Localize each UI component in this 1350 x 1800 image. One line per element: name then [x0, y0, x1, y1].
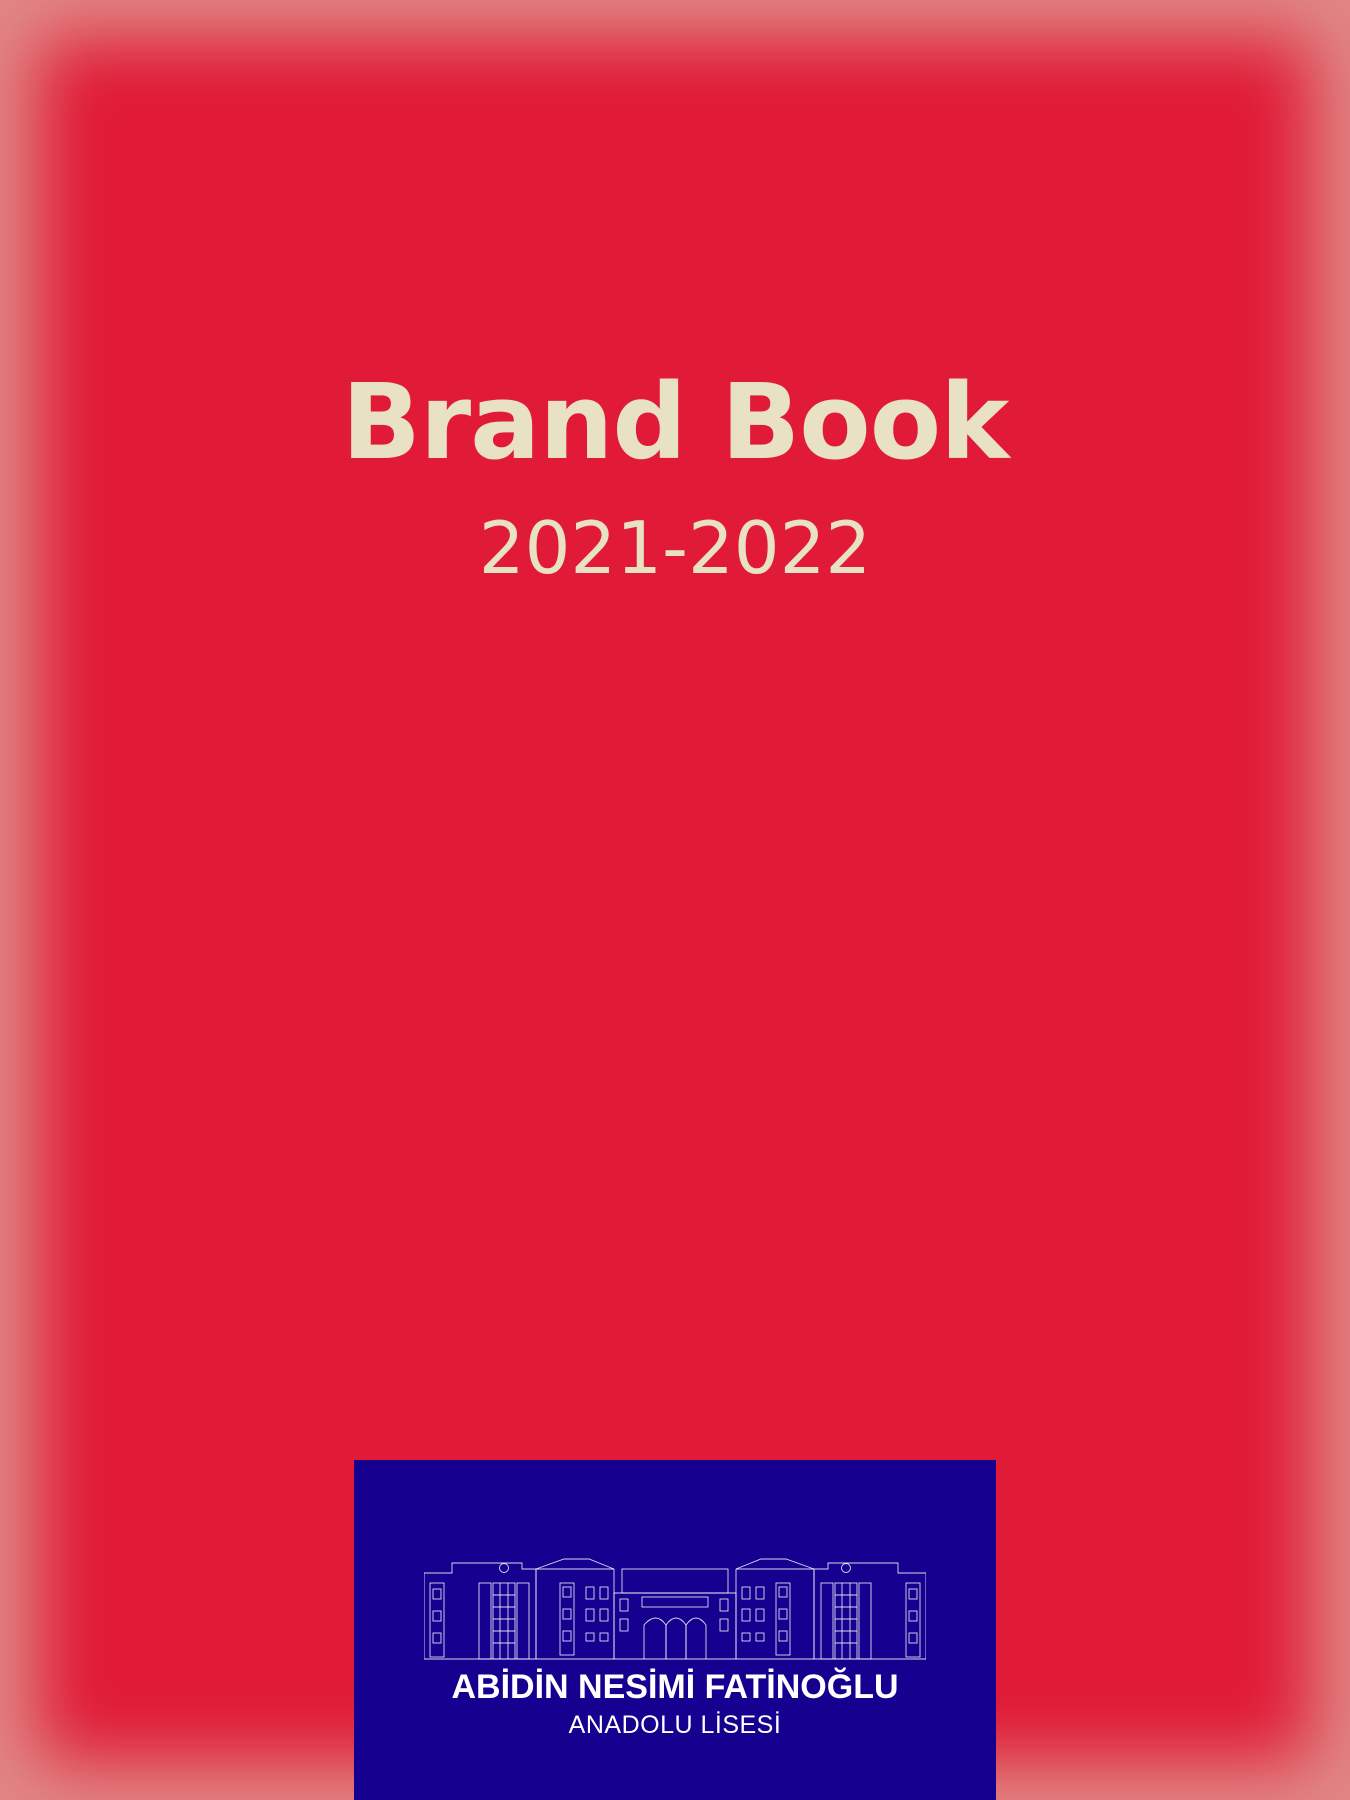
school-name: ABİDİN NESİMİ FATİNOĞLU	[451, 1668, 899, 1706]
school-type: ANADOLU LİSESİ	[568, 1711, 782, 1739]
cover-title: Brand Book	[341, 361, 1010, 483]
school-logo-panel: ABİDİN NESİMİ FATİNOĞLU ANADOLU LİSESİ	[354, 1460, 996, 1800]
school-building-icon	[424, 1558, 926, 1660]
cover-page: Brand Book 2021-2022 ABİDİN NESİMİ FATİN…	[0, 0, 1350, 1800]
cover-years: 2021-2022	[478, 506, 872, 590]
